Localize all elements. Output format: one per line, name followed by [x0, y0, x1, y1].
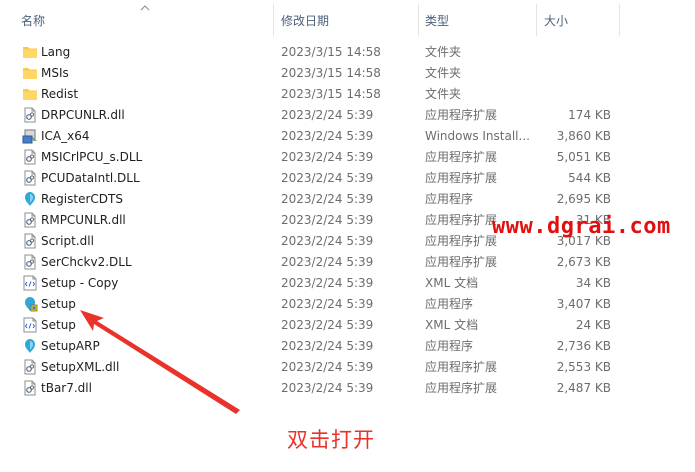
watermark-text: www.dgrai.com: [492, 214, 671, 239]
annotation-text: 双击打开: [287, 428, 375, 452]
